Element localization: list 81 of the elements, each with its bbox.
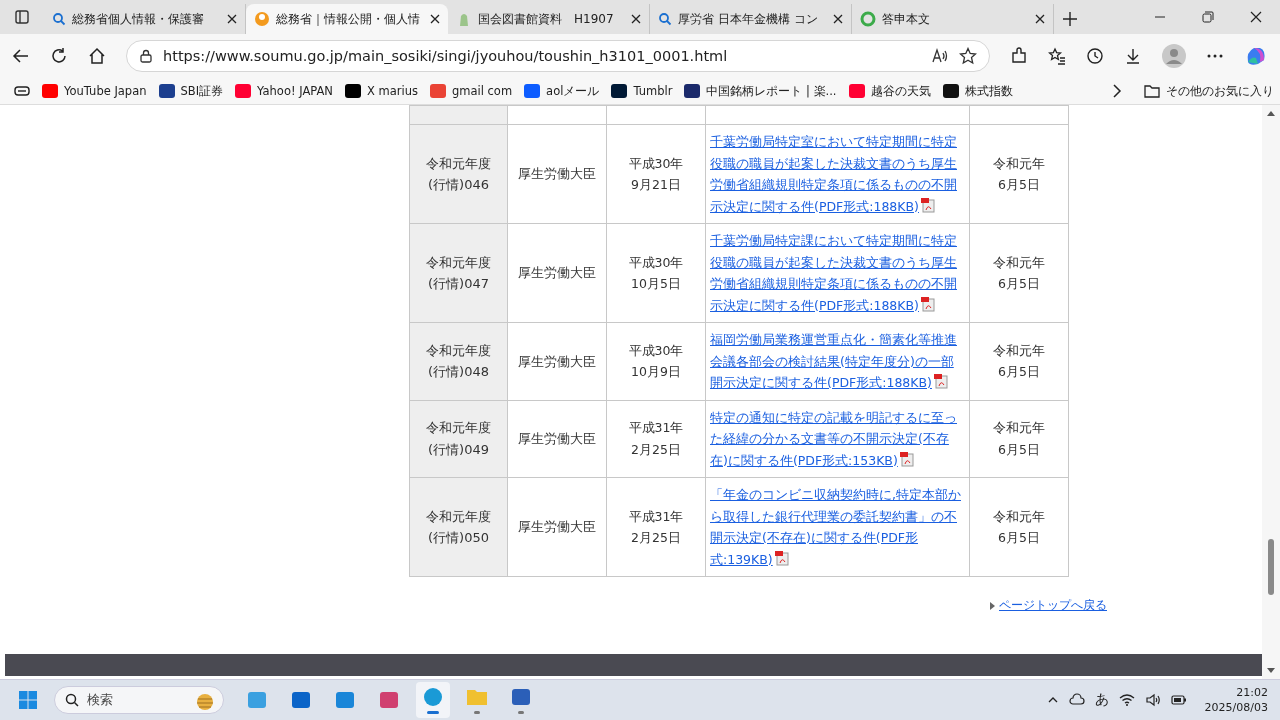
table-cell: 令和元年度 (行情)046 xyxy=(409,124,508,224)
bookmark-link[interactable]: YouTube Japan xyxy=(42,84,147,98)
table-cell: 令和元年度 (行情)050 xyxy=(409,477,508,577)
search-icon xyxy=(65,693,79,707)
bookmark-link[interactable]: Yahoo! JAPAN xyxy=(235,84,333,98)
taskbar-app[interactable] xyxy=(416,682,450,718)
table-cell: 令和元年度 (行情)048 xyxy=(409,322,508,400)
clock[interactable]: 21:02 2025/08/03 xyxy=(1204,685,1268,715)
browser-tab[interactable]: 総務省｜情報公開・個人情 xyxy=(246,4,448,34)
battery-icon[interactable] xyxy=(1170,692,1187,708)
bookmark-link[interactable]: X marius xyxy=(344,84,418,98)
ring-icon xyxy=(860,11,876,27)
extensions-icon[interactable] xyxy=(1010,47,1028,65)
pdf-icon xyxy=(920,197,935,213)
search-field[interactable]: 検索 xyxy=(54,686,224,714)
tab-actions-icon[interactable] xyxy=(14,9,30,25)
table-cell: 令和元年度 (行情)049 xyxy=(409,400,508,478)
pdf-icon xyxy=(933,374,948,389)
close-icon[interactable] xyxy=(631,14,641,24)
bookmark-link[interactable]: 中国銘柄レポート | 楽... xyxy=(684,83,837,99)
table-cell: 厚生労働大臣 xyxy=(507,400,607,478)
scrollbar[interactable] xyxy=(1262,105,1280,679)
close-icon[interactable] xyxy=(1250,11,1262,23)
restore-icon[interactable] xyxy=(1202,11,1214,23)
other-favorites-link[interactable]: その他のお気に入り xyxy=(1144,83,1274,99)
table-cell: 令和元年 6月5日 xyxy=(969,477,1069,577)
bookmark-link[interactable]: aolメール xyxy=(524,83,600,99)
site-logo-icon xyxy=(254,11,270,27)
table-cell: 令和元年 6月5日 xyxy=(969,400,1069,478)
bookmark-link[interactable]: gmail com xyxy=(429,84,513,98)
table-cell: 令和元年 6月5日 xyxy=(969,322,1069,400)
read-aloud-icon[interactable] xyxy=(931,47,949,65)
download-icon[interactable] xyxy=(1124,47,1142,65)
close-icon[interactable] xyxy=(1035,14,1045,24)
collections-icon[interactable] xyxy=(14,83,30,99)
cloud-icon[interactable] xyxy=(1068,692,1085,708)
avatar-icon[interactable] xyxy=(1162,44,1186,68)
windows-start-icon[interactable] xyxy=(18,690,38,710)
close-icon[interactable] xyxy=(227,14,237,24)
folder-icon xyxy=(1144,83,1160,99)
table-cell: 厚生労働大臣 xyxy=(507,223,607,323)
bookmark-link[interactable]: SBI証券 xyxy=(158,83,224,99)
refresh-icon[interactable] xyxy=(50,47,68,65)
table-cell: 令和元年 6月5日 xyxy=(969,223,1069,323)
table-cell: 令和元年度 (行情)047 xyxy=(409,223,508,323)
home-icon[interactable] xyxy=(88,47,106,65)
ime-indicator[interactable]: あ xyxy=(1094,691,1109,709)
bookmark-link[interactable]: 株式指数 xyxy=(942,83,1013,99)
triangle-icon xyxy=(990,601,995,610)
scrollbar-thumb[interactable] xyxy=(1268,539,1274,595)
pdf-icon xyxy=(920,296,935,312)
pdf-icon xyxy=(899,451,914,467)
table-cell: 厚生労働大臣 xyxy=(507,322,607,400)
scroll-down-icon[interactable] xyxy=(1266,665,1276,675)
favorites-icon[interactable] xyxy=(1048,47,1066,65)
table-cell: 厚生労働大臣 xyxy=(507,124,607,224)
lock-icon xyxy=(139,49,153,63)
speaker-icon[interactable] xyxy=(1144,692,1161,708)
bookmark-link[interactable]: 越谷の天気 xyxy=(848,83,931,99)
table-cell: 平成30年 10月9日 xyxy=(606,322,706,400)
pdf-icon xyxy=(774,550,789,566)
search-icon xyxy=(658,12,672,26)
table-cell: 平成31年 2月25日 xyxy=(606,477,706,577)
table-cell: 平成30年 9月21日 xyxy=(606,124,706,224)
back-icon[interactable] xyxy=(12,47,30,65)
table-cell: 令和元年 6月5日 xyxy=(969,124,1069,224)
bookmark-link[interactable]: Tumblr xyxy=(611,84,673,98)
new-tab-icon[interactable] xyxy=(1062,11,1078,27)
scroll-up-icon[interactable] xyxy=(1266,109,1276,119)
table-cell: 厚生労働大臣 xyxy=(507,477,607,577)
close-icon[interactable] xyxy=(430,14,440,24)
history-icon[interactable] xyxy=(1086,47,1104,65)
star-icon[interactable] xyxy=(959,47,977,65)
table-cell: 平成31年 2月25日 xyxy=(606,400,706,478)
close-icon[interactable] xyxy=(833,14,843,24)
search-icon xyxy=(52,12,66,26)
address-bar[interactable]: https://www.soumu.go.jp/main_sosiki/singi/jyouhou/toushin_h3101_0001.html xyxy=(126,40,990,72)
chevron-right-icon[interactable] xyxy=(1110,84,1124,98)
wifi-icon[interactable] xyxy=(1118,692,1135,708)
table-cell: 平成30年 10月5日 xyxy=(606,223,706,323)
page-top-link[interactable]: ページトップへ戻る xyxy=(999,597,1107,614)
